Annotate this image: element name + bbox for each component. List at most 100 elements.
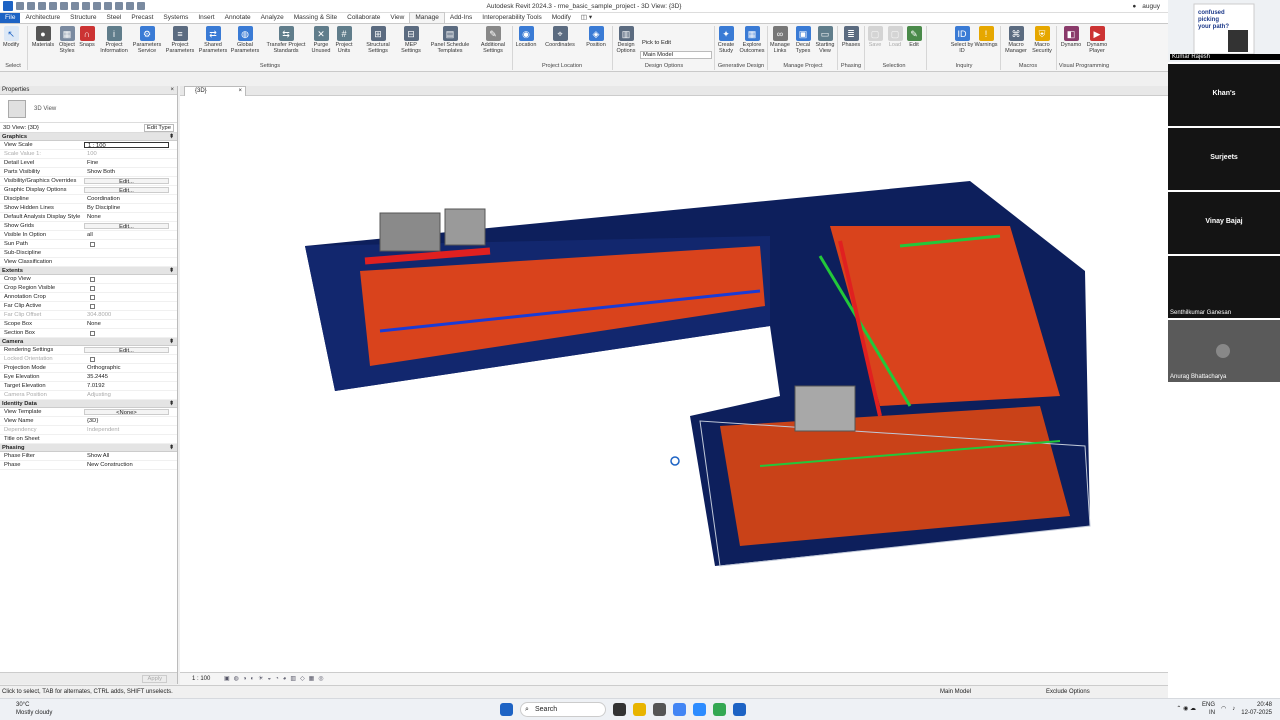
- tab-modify[interactable]: Modify: [547, 13, 576, 23]
- volume-icon[interactable]: ♪: [1232, 705, 1235, 713]
- redo-icon[interactable]: [60, 2, 68, 10]
- 3d-building-model[interactable]: [180, 96, 1168, 672]
- property-value[interactable]: 35.2445: [84, 373, 177, 381]
- browser-icon[interactable]: [713, 703, 726, 716]
- project-information-button[interactable]: i Project Information: [98, 26, 130, 54]
- structural-settings-button[interactable]: ⊞ Structural Settings: [362, 26, 394, 54]
- property-value[interactable]: 7.0192: [84, 382, 177, 390]
- tab-collaborate[interactable]: Collaborate: [342, 13, 385, 23]
- revit-logo-icon[interactable]: [3, 1, 13, 11]
- start-icon[interactable]: [500, 703, 513, 716]
- tab-file[interactable]: File: [0, 13, 21, 23]
- edit-button[interactable]: Edit...: [84, 223, 169, 230]
- checkbox[interactable]: [90, 331, 95, 336]
- taskbar-search[interactable]: ⌕ Search: [520, 702, 606, 717]
- coordinates-button[interactable]: ⌖ Coordinates: [542, 26, 578, 48]
- checkbox[interactable]: [90, 304, 95, 309]
- checkbox[interactable]: [90, 286, 95, 291]
- position-button[interactable]: ◈ Position: [582, 26, 610, 48]
- collapse-icon[interactable]: ⇞: [169, 267, 174, 275]
- weather-widget[interactable]: 30°C Mostly cloudy: [16, 701, 52, 717]
- pick-to-edit-button[interactable]: Pick to Edit: [642, 40, 671, 46]
- dynamo-player-button[interactable]: ▶ Dynamo Player: [1085, 26, 1109, 54]
- modify-button[interactable]: ↖ Modify: [3, 26, 19, 48]
- chrome-icon[interactable]: [673, 703, 686, 716]
- edit-selection-button[interactable]: ✎ Edit: [905, 26, 923, 48]
- type-selector[interactable]: 3D View: [0, 95, 177, 123]
- file-explorer-icon[interactable]: [633, 703, 646, 716]
- purge-unused-button[interactable]: ✕ Purge Unused: [310, 26, 332, 54]
- create-study-button[interactable]: ✦ Create Study: [716, 26, 736, 54]
- tab-insert[interactable]: Insert: [193, 13, 219, 23]
- thin-lines-icon[interactable]: [126, 2, 134, 10]
- edit-button[interactable]: Edit...: [84, 347, 169, 354]
- exclude-options[interactable]: Exclude Options: [1046, 686, 1090, 698]
- section-header[interactable]: Extents ⇞: [0, 267, 177, 275]
- tab-massing-site[interactable]: Massing & Site: [289, 13, 342, 23]
- manage-links-button[interactable]: ∞ Manage Links: [769, 26, 791, 54]
- save-selection-button[interactable]: ▢ Save: [866, 26, 884, 48]
- property-value[interactable]: Fine: [84, 159, 177, 167]
- drawing-canvas[interactable]: [180, 96, 1168, 672]
- participant-tile[interactable]: Anurag Bhattacharya: [1168, 320, 1280, 382]
- tab-3d-view[interactable]: {3D} ×: [184, 86, 246, 96]
- property-value[interactable]: all: [84, 231, 177, 239]
- participant-tile[interactable]: Senthilkumar Ganesan: [1168, 256, 1280, 318]
- property-value[interactable]: Show Both: [84, 168, 177, 176]
- participant-tile[interactable]: Vinay Bajaj: [1168, 192, 1280, 254]
- edit-button[interactable]: Edit...: [84, 187, 169, 194]
- select-by-id-button[interactable]: ID Select by ID: [950, 26, 974, 54]
- phases-button[interactable]: ≣ Phases: [840, 26, 862, 48]
- tab-view[interactable]: View: [385, 13, 409, 23]
- property-value[interactable]: None: [84, 213, 177, 221]
- property-value[interactable]: [84, 249, 177, 257]
- language[interactable]: ENG: [1202, 701, 1215, 709]
- mep-settings-button[interactable]: ⊟ MEP Settings: [396, 26, 426, 54]
- warnings-button[interactable]: ! Warnings: [974, 26, 998, 48]
- collapse-icon[interactable]: ⇞: [169, 133, 174, 141]
- edit-type-button[interactable]: Edit Type: [143, 123, 174, 132]
- property-value[interactable]: [84, 258, 177, 266]
- project-units-button[interactable]: # Project Units: [333, 26, 355, 54]
- explore-outcomes-button[interactable]: ▦ Explore Outcomes: [738, 26, 766, 54]
- tab-precast[interactable]: Precast: [126, 13, 158, 23]
- section-header[interactable]: Camera ⇞: [0, 338, 177, 346]
- app-icon[interactable]: [653, 703, 666, 716]
- transfer-project-standards-button[interactable]: ⇆ Transfer Project Standards: [262, 26, 310, 54]
- macro-security-button[interactable]: ⛨ Macro Security: [1030, 26, 1054, 54]
- section-header[interactable]: Identity Data ⇞: [0, 400, 177, 408]
- revit-taskbar-icon[interactable]: [733, 703, 746, 716]
- participant-tile[interactable]: Khan's: [1168, 64, 1280, 126]
- tab-architecture[interactable]: Architecture: [20, 13, 65, 23]
- undo-icon[interactable]: [49, 2, 57, 10]
- tab-structure[interactable]: Structure: [65, 13, 101, 23]
- property-value[interactable]: 100: [84, 150, 177, 158]
- open-icon[interactable]: [16, 2, 24, 10]
- project-parameters-button[interactable]: ≡ Project Parameters: [164, 26, 196, 54]
- property-value[interactable]: Independent: [84, 426, 177, 434]
- print-icon[interactable]: [71, 2, 79, 10]
- property-value[interactable]: None: [84, 320, 177, 328]
- checkbox[interactable]: [90, 295, 95, 300]
- section-icon[interactable]: [115, 2, 123, 10]
- clock-time[interactable]: 20:48: [1241, 701, 1272, 709]
- collapse-icon[interactable]: ⇞: [169, 338, 174, 346]
- close-tab-icon[interactable]: ×: [238, 87, 242, 96]
- panel-schedule-templates-button[interactable]: ▤ Panel Schedule Templates: [428, 26, 472, 54]
- user-icon[interactable]: ●: [1132, 3, 1136, 10]
- object-styles-button[interactable]: ▦ Object Styles: [57, 26, 77, 54]
- checkbox[interactable]: [90, 277, 95, 282]
- instance-filter[interactable]: 3D View: {3D}: [3, 125, 39, 131]
- zoom-icon[interactable]: [693, 703, 706, 716]
- wifi-icon[interactable]: ◠: [1221, 705, 1226, 713]
- checkbox[interactable]: [90, 357, 95, 362]
- section-header[interactable]: Graphics ⇞: [0, 133, 177, 141]
- participant-tile[interactable]: Surjeets: [1168, 128, 1280, 190]
- property-value[interactable]: 304.8000: [84, 311, 177, 319]
- sync-icon[interactable]: [38, 2, 46, 10]
- close-icon[interactable]: ×: [170, 86, 174, 95]
- tray-icons[interactable]: ⌃ ◉ ☁: [1176, 705, 1196, 713]
- macro-manager-button[interactable]: ⌘ Macro Manager: [1003, 26, 1029, 54]
- tab-steel[interactable]: Steel: [102, 13, 127, 23]
- ribbon-options-icon[interactable]: ◫ ▾: [576, 13, 597, 23]
